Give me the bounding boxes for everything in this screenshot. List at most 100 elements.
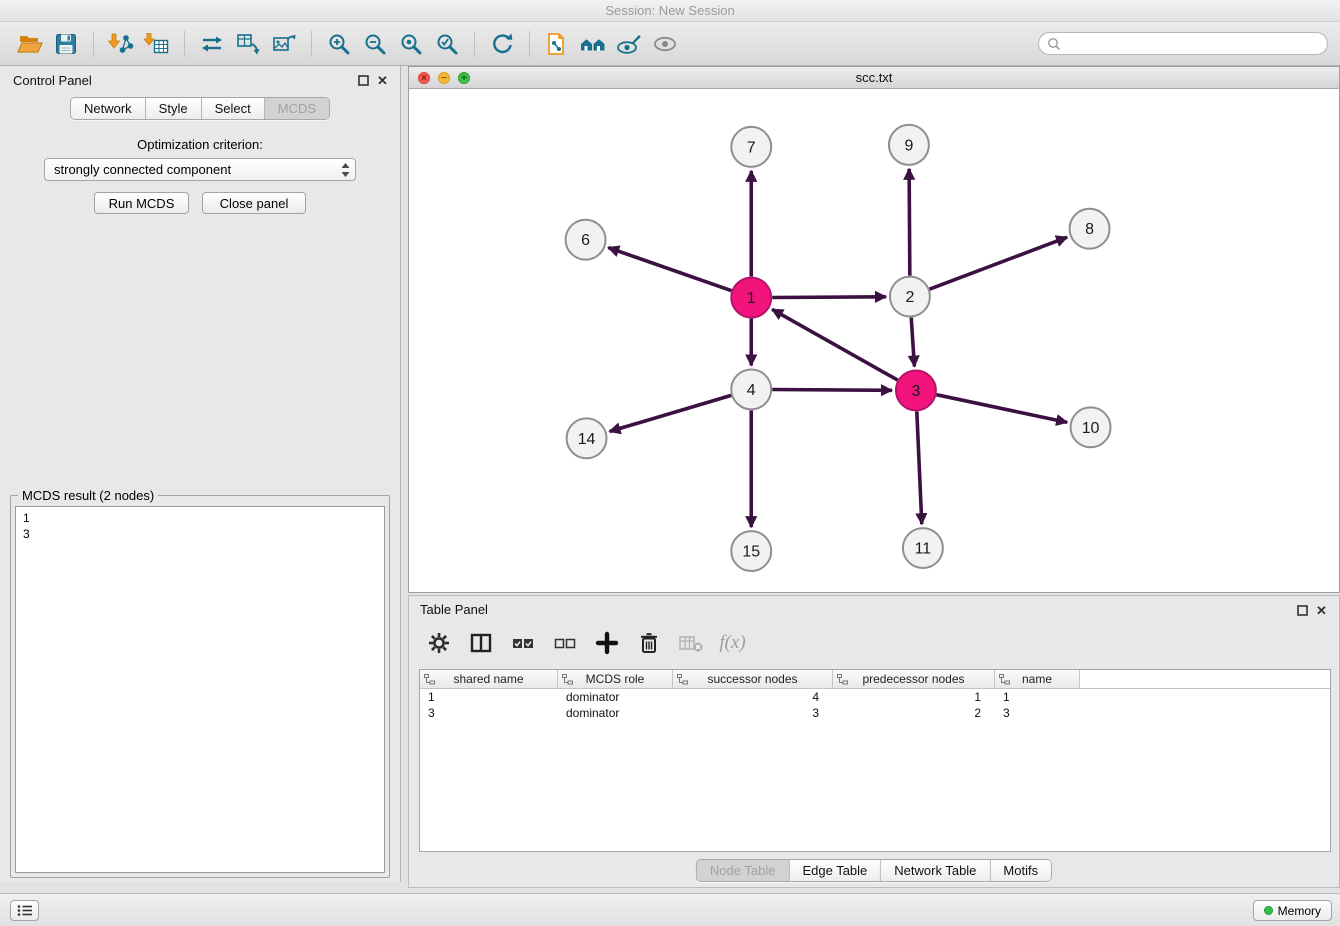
hide-graphics-button[interactable] — [647, 27, 683, 61]
zoom-in-button[interactable] — [321, 27, 357, 61]
memory-button[interactable]: Memory — [1253, 900, 1332, 921]
select-all-columns-button[interactable] — [509, 630, 536, 657]
toolbar-separator — [93, 31, 94, 57]
column-header-predecessor-nodes[interactable]: predecessor nodes — [833, 670, 995, 688]
graph-node-8[interactable]: 8 — [1070, 209, 1110, 249]
graph-edge-4-14[interactable] — [610, 395, 732, 431]
graph-edge-3-10[interactable] — [936, 395, 1067, 423]
export-image-icon — [271, 31, 297, 57]
main-toolbar — [0, 22, 1340, 66]
search-input[interactable] — [1038, 32, 1328, 55]
graph-node-15[interactable]: 15 — [731, 531, 771, 571]
float-table-panel-button[interactable] — [1295, 603, 1310, 618]
tab-network[interactable]: Network — [71, 98, 146, 119]
tab-style[interactable]: Style — [146, 98, 202, 119]
graph-edge-3-1[interactable] — [772, 309, 898, 380]
table-panel-header: Table Panel ✕ — [409, 596, 1339, 622]
close-table-panel-button[interactable]: ✕ — [1314, 603, 1329, 618]
task-list-icon — [17, 904, 33, 917]
clone-network-button[interactable] — [230, 27, 266, 61]
minimize-window-icon[interactable]: − — [438, 72, 450, 84]
tab-node-table[interactable]: Node Table — [697, 860, 790, 881]
refresh-view-button[interactable] — [484, 27, 520, 61]
graph-node-4[interactable]: 4 — [731, 369, 771, 409]
graph-node-3[interactable]: 3 — [896, 370, 936, 410]
zoom-fit-icon — [398, 31, 424, 57]
add-column-button[interactable] — [593, 630, 620, 657]
table-row[interactable]: 3dominator323 — [420, 705, 1330, 721]
graph-edge-1-2[interactable] — [772, 297, 886, 298]
tab-select[interactable]: Select — [202, 98, 265, 119]
tab-motifs[interactable]: Motifs — [990, 860, 1051, 881]
column-header-shared-name[interactable]: shared name — [420, 670, 558, 688]
graph-edge-3-11[interactable] — [917, 411, 922, 524]
table-panel-title: Table Panel — [420, 602, 488, 617]
graph-node-9[interactable]: 9 — [889, 125, 929, 165]
svg-text:3: 3 — [911, 383, 920, 400]
graph-edge-2-8[interactable] — [929, 237, 1067, 289]
panel-splitter-vertical[interactable] — [401, 66, 408, 882]
home-networks-button[interactable] — [575, 27, 611, 61]
task-history-button[interactable] — [10, 900, 39, 921]
zoom-window-icon[interactable]: + — [458, 72, 470, 84]
run-mcds-button[interactable]: Run MCDS — [94, 192, 189, 214]
save-session-button[interactable] — [48, 27, 84, 61]
criterion-select[interactable]: strongly connected component — [44, 158, 356, 181]
column-header-mcds-role[interactable]: MCDS role — [558, 670, 673, 688]
float-panel-button[interactable] — [356, 73, 371, 88]
attribute-icon — [562, 674, 573, 685]
graph-node-7[interactable]: 7 — [731, 127, 771, 167]
annotation-button[interactable] — [539, 27, 575, 61]
column-header-name[interactable]: name — [995, 670, 1080, 688]
tab-edge-table[interactable]: Edge Table — [789, 860, 881, 881]
style-preview-button[interactable] — [611, 27, 647, 61]
table-row[interactable]: 1dominator411 — [420, 689, 1330, 705]
zoom-fit-button[interactable] — [393, 27, 429, 61]
mcds-result-text[interactable]: 1 3 — [15, 506, 385, 873]
deselect-all-columns-button[interactable] — [551, 630, 578, 657]
tab-network-table[interactable]: Network Table — [881, 860, 990, 881]
open-file-button[interactable] — [12, 27, 48, 61]
graph-node-6[interactable]: 6 — [566, 220, 606, 260]
graph-node-1[interactable]: 1 — [731, 278, 771, 318]
network-arrows-button[interactable] — [194, 27, 230, 61]
split-table-view-button[interactable] — [467, 630, 494, 657]
optimization-criterion-label: Optimization criterion: — [0, 137, 400, 152]
toolbar-separator — [311, 31, 312, 57]
column-header-successor-nodes[interactable]: successor nodes — [673, 670, 833, 688]
graph-edge-1-6[interactable] — [608, 248, 731, 291]
svg-text:11: 11 — [915, 541, 932, 558]
delete-column-button[interactable] — [635, 630, 662, 657]
annotation-clipboard-icon — [544, 31, 570, 57]
graph-edge-2-9[interactable] — [909, 169, 910, 276]
split-view-icon — [469, 631, 493, 655]
attribute-icon — [999, 674, 1010, 685]
graph-node-10[interactable]: 10 — [1071, 407, 1111, 447]
import-network-button[interactable] — [103, 27, 139, 61]
zoom-out-button[interactable] — [357, 27, 393, 61]
table-settings-button[interactable] — [425, 630, 452, 657]
application-window: Session: New Session — [0, 0, 1340, 926]
close-mcds-panel-button[interactable]: Close panel — [202, 192, 306, 214]
float-window-icon — [1297, 605, 1308, 616]
network-canvas[interactable]: 7 9 6 8 1 2 3 4 14 10 15 11 — [409, 89, 1339, 592]
plus-icon — [594, 630, 620, 656]
export-image-button[interactable] — [266, 27, 302, 61]
close-window-icon[interactable]: × — [418, 72, 430, 84]
control-panel-title: Control Panel — [13, 73, 92, 88]
close-control-panel-button[interactable]: ✕ — [375, 73, 390, 88]
network-graph[interactable]: 7 9 6 8 1 2 3 4 14 10 15 11 — [409, 89, 1339, 592]
network-view-window: scc.txt × − + 7968123414101511 — [408, 66, 1340, 593]
table-panel-tabs: Node Table Edge Table Network Table Moti… — [696, 859, 1052, 882]
graph-node-11[interactable]: 11 — [903, 528, 943, 568]
svg-text:10: 10 — [1082, 420, 1100, 437]
graph-node-2[interactable]: 2 — [890, 277, 930, 317]
graph-edge-4-3[interactable] — [772, 390, 892, 391]
save-floppy-icon — [53, 31, 79, 57]
select-all-icon — [511, 631, 535, 655]
graph-node-14[interactable]: 14 — [567, 418, 607, 458]
import-table-button[interactable] — [139, 27, 175, 61]
zoom-selected-button[interactable] — [429, 27, 465, 61]
tab-mcds[interactable]: MCDS — [265, 98, 329, 119]
graph-edge-2-3[interactable] — [911, 318, 914, 367]
